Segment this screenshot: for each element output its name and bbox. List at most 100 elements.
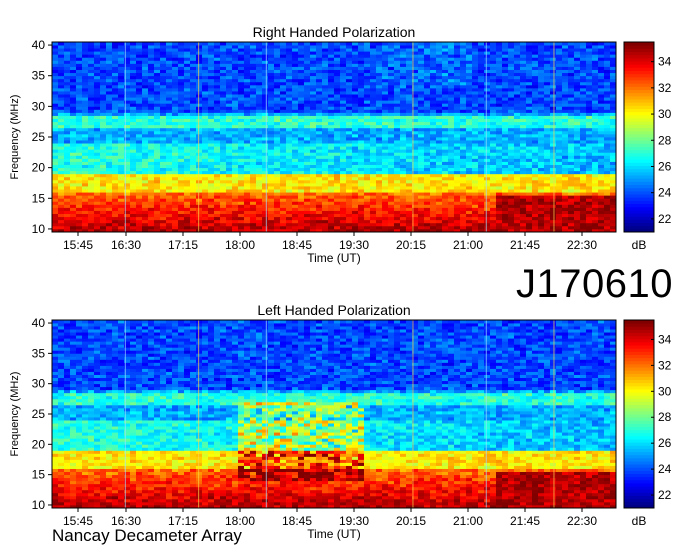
heatmap-cell: [178, 173, 185, 178]
heatmap-cell: [436, 103, 443, 107]
heatmap-cell: [400, 133, 407, 138]
heatmap-cell: [220, 179, 227, 184]
heatmap-cell: [130, 167, 137, 172]
heatmap-cell: [286, 225, 293, 230]
heatmap-cell: [160, 112, 167, 116]
heatmap-cell: [256, 72, 263, 77]
heatmap-cell: [58, 124, 65, 129]
heatmap-cell: [64, 201, 71, 205]
heatmap-cell: [304, 121, 311, 126]
heatmap-cell: [172, 118, 179, 123]
heatmap-cell: [214, 143, 221, 147]
heatmap-cell: [130, 149, 137, 153]
heatmap-cell: [130, 225, 137, 230]
heatmap-cell: [112, 182, 119, 187]
heatmap-cell: [508, 130, 515, 135]
heatmap-cell: [520, 72, 527, 77]
heatmap-cell: [328, 155, 335, 159]
heatmap-cell: [142, 170, 149, 175]
heatmap-cell: [202, 164, 209, 169]
heatmap-cell: [226, 100, 233, 104]
heatmap-cell: [100, 121, 107, 126]
heatmap-cell: [520, 146, 527, 150]
heatmap-cell: [454, 103, 461, 107]
heatmap-cell: [262, 103, 269, 107]
heatmap-cell: [208, 106, 215, 110]
heatmap-cell: [310, 161, 317, 165]
heatmap-cell: [436, 182, 443, 187]
heatmap-cell: [184, 146, 191, 150]
heatmap-cell: [106, 115, 113, 120]
heatmap-cell: [88, 189, 95, 193]
heatmap-cell: [130, 176, 137, 181]
heatmap-cell: [148, 75, 155, 80]
heatmap-cell: [298, 149, 305, 153]
heatmap-cell: [310, 222, 317, 227]
heatmap-cell: [322, 146, 329, 150]
heatmap-cell: [322, 161, 329, 165]
heatmap-cell: [394, 115, 401, 120]
heatmap-cell: [322, 87, 329, 92]
heatmap-cell: [376, 118, 383, 123]
heatmap-cell: [334, 173, 341, 178]
heatmap-cell: [130, 146, 137, 150]
heatmap-cell: [244, 54, 251, 58]
heatmap-cell: [130, 213, 137, 218]
heatmap-cell: [340, 57, 347, 61]
heatmap-cell: [196, 78, 203, 83]
heatmap-cell: [154, 42, 161, 46]
heatmap-cell: [262, 91, 269, 95]
heatmap-cell: [232, 115, 239, 120]
heatmap-cell: [334, 146, 341, 150]
heatmap-cell: [286, 118, 293, 123]
heatmap-cell: [436, 179, 443, 184]
heatmap-cell: [448, 176, 455, 181]
heatmap-cell: [466, 124, 473, 129]
heatmap-cell: [220, 66, 227, 70]
heatmap-cell: [400, 130, 407, 135]
heatmap-cell: [334, 195, 341, 199]
heatmap-cell: [70, 182, 77, 187]
heatmap-cell: [70, 170, 77, 175]
heatmap-cell: [220, 170, 227, 175]
heatmap-cell: [244, 225, 251, 230]
heatmap-cell: [304, 176, 311, 181]
heatmap-cell: [424, 189, 431, 193]
heatmap-cell: [214, 51, 221, 55]
heatmap-cell: [430, 51, 437, 55]
heatmap-cell: [418, 63, 425, 67]
heatmap-cell: [88, 97, 95, 101]
heatmap-cell: [436, 201, 443, 205]
heatmap-cell: [304, 161, 311, 165]
heatmap-cell: [280, 106, 287, 110]
heatmap-cell: [358, 210, 365, 215]
heatmap-cell: [502, 167, 509, 172]
heatmap-cell: [202, 103, 209, 107]
heatmap-cell: [244, 69, 251, 74]
heatmap-cell: [430, 179, 437, 184]
heatmap-cell: [202, 124, 209, 129]
heatmap-cell: [238, 192, 245, 196]
heatmap-cell: [328, 45, 335, 49]
heatmap-cell: [418, 140, 425, 144]
heatmap-cell: [382, 216, 389, 221]
heatmap-cell: [364, 216, 371, 221]
heatmap-cell: [394, 69, 401, 74]
heatmap-cell: [406, 97, 413, 101]
heatmap-cell: [478, 84, 485, 89]
heatmap-cell: [346, 69, 353, 74]
heatmap-cell: [358, 186, 365, 190]
heatmap-cell: [100, 195, 107, 199]
heatmap-cell: [322, 155, 329, 159]
heatmap-cell: [298, 69, 305, 74]
heatmap-cell: [202, 75, 209, 80]
heatmap-cell: [94, 170, 101, 175]
heatmap-cell: [130, 158, 137, 162]
heatmap-cell: [514, 94, 521, 98]
heatmap-cell: [52, 222, 59, 227]
heatmap-cell: [262, 100, 269, 104]
heatmap-cell: [376, 167, 383, 172]
heatmap-cell: [484, 48, 491, 52]
heatmap-cell: [280, 45, 287, 49]
heatmap-cell: [244, 133, 251, 138]
